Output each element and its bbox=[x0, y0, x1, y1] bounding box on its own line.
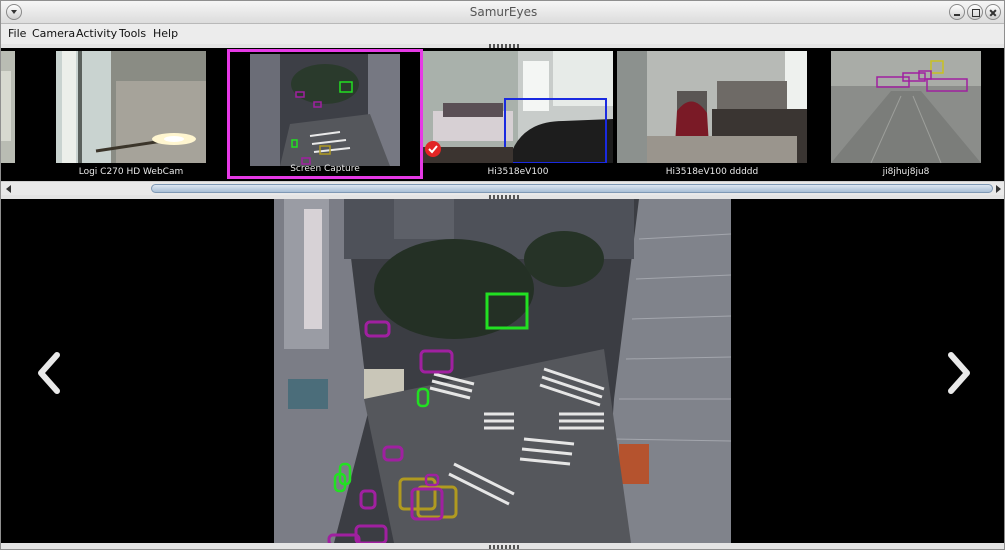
camera-thumb-logi[interactable]: Logi C270 HD WebCam bbox=[56, 51, 206, 179]
thumbnail-scrollbar[interactable] bbox=[1, 181, 1004, 195]
menu-file[interactable]: File bbox=[8, 27, 26, 40]
camera-preview bbox=[250, 54, 400, 166]
bottom-splitter-grip[interactable] bbox=[489, 545, 519, 549]
bottom-bar bbox=[1, 543, 1004, 549]
prev-arrow-icon[interactable] bbox=[35, 351, 65, 395]
camera-preview bbox=[423, 51, 613, 163]
minimize-icon[interactable] bbox=[949, 4, 965, 20]
camera-label: Logi C270 HD WebCam bbox=[78, 167, 184, 177]
title-bar: SamurEyes bbox=[1, 1, 1004, 24]
camera-label: ji8jhuj8ju8 bbox=[882, 167, 930, 177]
camera-label: Hi3518eV100 ddddd bbox=[665, 167, 759, 177]
app-window: SamurEyes File Camera Activity Tools Hel… bbox=[0, 0, 1005, 550]
scroll-right-icon[interactable] bbox=[996, 185, 1001, 193]
camera-thumb-hi3518ev100-ddddd[interactable]: Hi3518eV100 ddddd bbox=[617, 51, 807, 179]
menu-activity[interactable]: Activity bbox=[76, 27, 117, 40]
camera-label: Screen Capture bbox=[290, 164, 360, 174]
camera-thumb-screen-capture[interactable]: Screen Capture bbox=[227, 49, 423, 179]
menu-camera[interactable]: Camera bbox=[32, 27, 75, 40]
camera-thumb-partial[interactable] bbox=[1, 51, 15, 179]
menu-bar: File Camera Activity Tools Help bbox=[1, 24, 1004, 44]
camera-preview bbox=[56, 51, 206, 163]
close-icon[interactable] bbox=[985, 4, 1001, 20]
menu-help[interactable]: Help bbox=[153, 27, 178, 40]
scroll-left-icon[interactable] bbox=[6, 185, 11, 193]
camera-preview bbox=[617, 51, 807, 163]
next-arrow-icon[interactable] bbox=[943, 351, 973, 395]
menu-tools[interactable]: Tools bbox=[119, 27, 146, 40]
camera-thumb-ji8jhuj8ju8[interactable]: ji8jhuj8ju8 bbox=[831, 51, 981, 179]
maximize-icon[interactable] bbox=[967, 4, 983, 20]
recording-check-icon bbox=[425, 141, 441, 157]
main-camera-image[interactable] bbox=[274, 199, 731, 543]
window-title: SamurEyes bbox=[469, 5, 538, 19]
camera-thumbnail-strip: Logi C270 HD WebCam Screen Capture Hi351… bbox=[1, 48, 1004, 181]
camera-label: Hi3518eV100 bbox=[487, 167, 549, 177]
main-camera-view bbox=[1, 199, 1004, 543]
camera-preview bbox=[831, 51, 981, 163]
camera-thumb-hi3518ev100[interactable]: Hi3518eV100 bbox=[423, 51, 613, 179]
scrollbar-thumb[interactable] bbox=[151, 184, 993, 193]
